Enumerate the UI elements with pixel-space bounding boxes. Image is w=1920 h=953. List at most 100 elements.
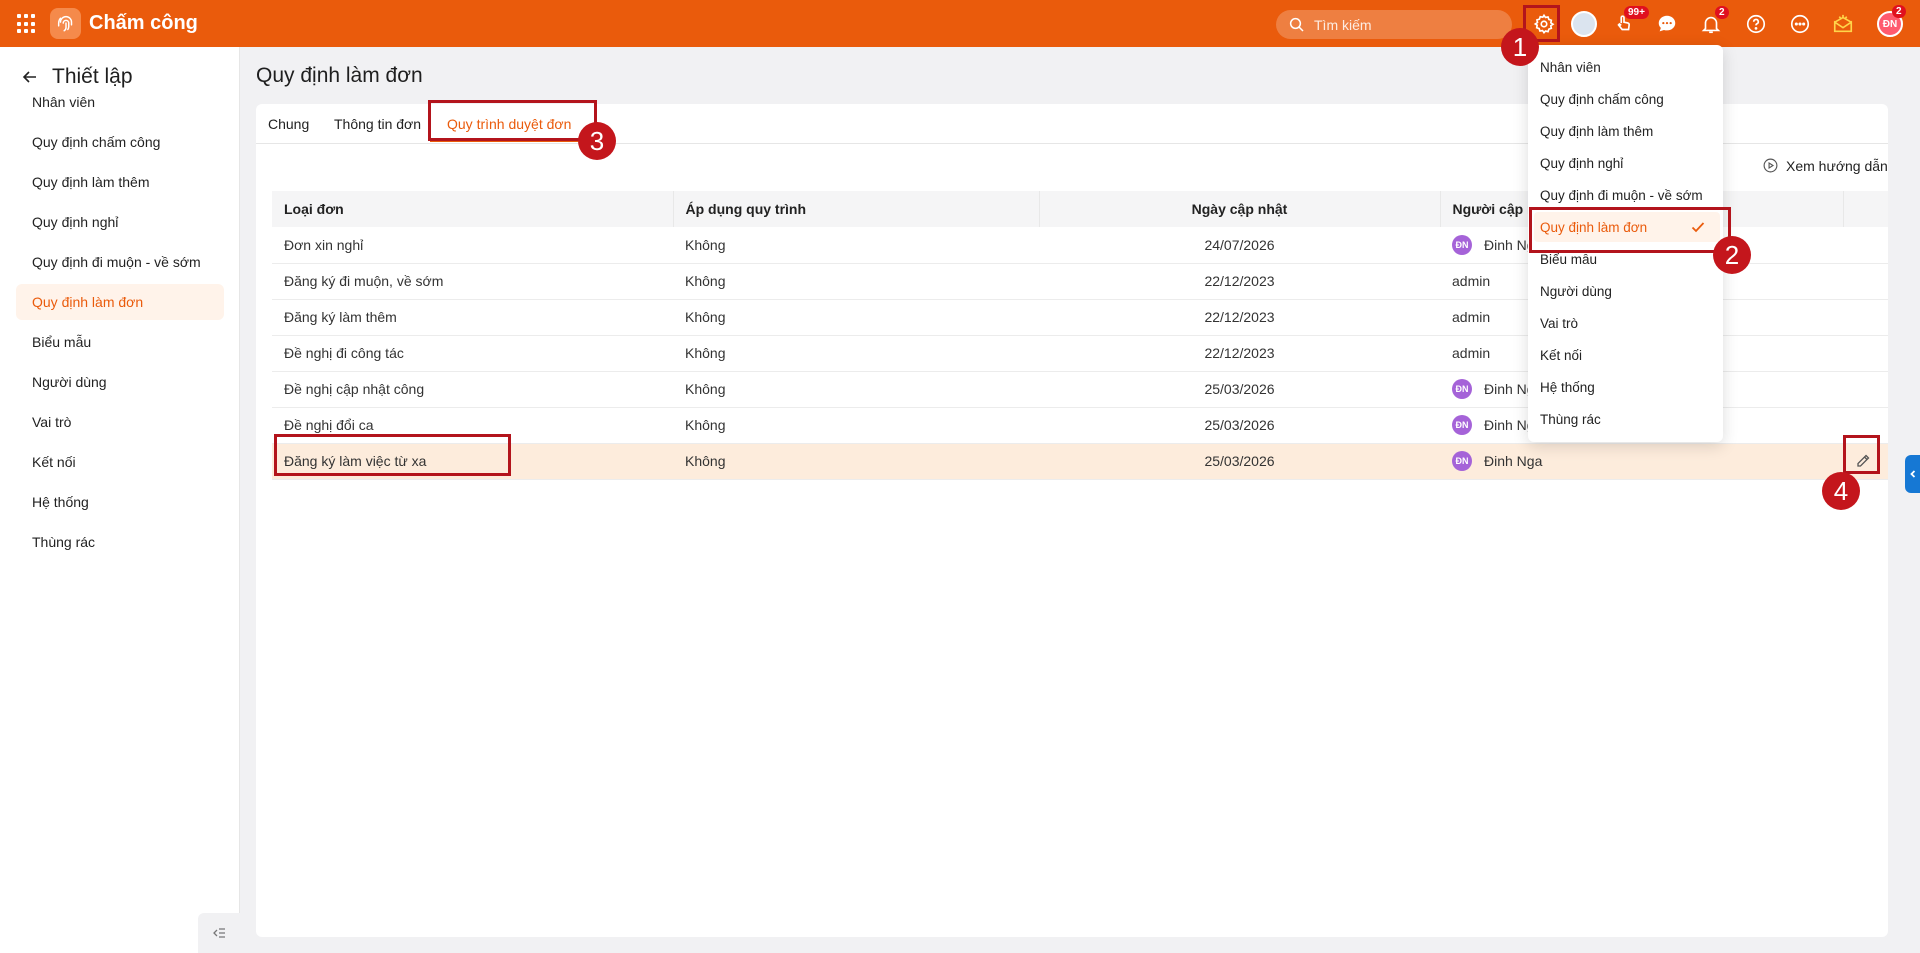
apps-grid-icon[interactable] [17,14,37,34]
chevron-left-icon [1909,470,1915,478]
search-input[interactable] [1314,16,1504,33]
menu-item-ket-noi[interactable]: Kết nối [1540,340,1714,370]
tab-thong-tin-don[interactable]: Thông tin đơn [334,116,421,132]
app-title: Chấm công [89,12,198,34]
tab-quy-trinh-duyet-don[interactable]: Quy trình duyệt đơn [447,116,571,132]
cell-type: Đăng ký làm thêm [272,299,673,336]
col-header-ngay-cap-nhat[interactable]: Ngày cập nhật [1039,191,1441,227]
menu-item-label: Quy định làm đơn [1540,219,1648,235]
chat-button[interactable] [1653,10,1681,38]
cell-actions [1843,299,1888,336]
help-button[interactable] [1742,10,1770,38]
sidebar-item-quy-dinh-lam-them[interactable]: Quy định làm thêm [16,164,224,200]
menu-item-nguoi-dung[interactable]: Người dùng [1540,276,1714,306]
sidebar-item-bieu-mau[interactable]: Biểu mẫu [16,324,224,360]
sidebar-item-thung-rac[interactable]: Thùng rác [16,524,224,560]
menu-item-di-muon-ve-som[interactable]: Quy định đi muộn - về sớm [1540,180,1714,210]
annotation-callout-2: 2 [1713,236,1751,274]
sidebar-item-quy-dinh-cham-cong[interactable]: Quy định chấm công [16,124,224,160]
check-icon [1691,222,1705,233]
menu-item-nhan-vien[interactable]: Nhân viên [1540,52,1714,82]
sidebar-item-he-thong[interactable]: Hệ thống [16,484,224,520]
menu-item-he-thong[interactable]: Hệ thống [1540,372,1714,402]
cell-user: ĐN Đinh Nga [1440,443,1843,480]
notifications-badge: 2 [1715,6,1729,19]
sidebar-item-quy-dinh-nghi[interactable]: Quy định nghỉ [16,204,224,240]
cell-apply: Không [673,407,1039,444]
cell-date: 22/12/2023 [1039,263,1440,300]
sidebar-item-ket-noi[interactable]: Kết nối [16,444,224,480]
cell-type: Đăng ký làm việc từ xa [272,443,673,480]
more-button[interactable] [1786,10,1814,38]
side-panel-toggle[interactable] [1905,455,1920,493]
menu-item-quy-dinh-cham-cong[interactable]: Quy định chấm công [1540,84,1714,114]
search-box[interactable] [1276,10,1512,39]
cell-date: 22/12/2023 [1039,335,1440,372]
pencil-icon [1857,454,1870,467]
cell-actions [1843,371,1888,408]
cell-date: 25/03/2026 [1039,371,1440,408]
cell-actions [1843,263,1888,300]
col-header-loai-don[interactable]: Loại đơn [272,191,674,227]
user-avatar: ĐN [1452,451,1472,471]
gear-icon [1533,13,1555,35]
cell-apply: Không [673,299,1039,336]
view-guide-button[interactable]: Xem hướng dẫn [1762,157,1888,174]
top-bar: Chấm công 99+ 2 ĐN 2 [0,0,1920,47]
annotation-callout-4: 4 [1822,472,1860,510]
sidebar-item-nguoi-dung[interactable]: Người dùng [16,364,224,400]
settings-dropdown-menu: Nhân viên Quy định chấm công Quy định là… [1528,45,1723,442]
user-photo-avatar [1571,11,1597,37]
menu-item-thung-rac[interactable]: Thùng rác [1540,404,1714,434]
col-header-ap-dung[interactable]: Áp dụng quy trình [673,191,1040,227]
user-photo-button[interactable] [1570,10,1598,38]
menu-item-quy-dinh-lam-them[interactable]: Quy định làm thêm [1540,116,1714,146]
settings-sidebar: Thiết lập Nhân viên Quy định chấm công Q… [0,47,240,953]
table-row-selected[interactable]: Đăng ký làm việc từ xa Không 25/03/2026 … [272,443,1888,480]
cell-apply: Không [673,443,1039,480]
cell-actions [1843,335,1888,372]
collapse-icon [213,928,225,938]
chat-bubble-icon [1658,15,1676,32]
active-tab-underline [430,140,578,142]
collapse-sidebar-button[interactable] [198,913,240,953]
edit-button[interactable] [1849,447,1877,475]
notifications-button[interactable]: 2 [1697,6,1729,38]
search-icon [1289,17,1304,32]
menu-item-quy-dinh-nghi[interactable]: Quy định nghỉ [1540,148,1714,178]
sidebar-item-nhan-vien[interactable]: Nhân viên [16,84,224,120]
cell-apply: Không [673,263,1039,300]
account-avatar-button[interactable]: ĐN 2 [1876,5,1906,38]
user-avatar: ĐN [1452,415,1472,435]
sidebar-item-di-muon-ve-som[interactable]: Quy định đi muộn - về sớm [16,244,224,280]
cell-type: Đề nghị đổi ca [272,407,673,444]
help-icon [1746,14,1766,34]
play-circle-icon [1763,158,1778,173]
cell-date: 24/07/2026 [1039,227,1440,264]
cell-type: Đề nghị cập nhật công [272,371,673,408]
gift-mail-icon [1833,14,1853,33]
cell-type: Đăng ký đi muộn, về sớm [272,263,673,300]
view-guide-label: Xem hướng dẫn [1786,157,1888,174]
tab-chung[interactable]: Chung [268,116,309,132]
cell-type: Đơn xin nghỉ [272,227,673,264]
cell-apply: Không [673,227,1039,264]
cell-apply: Không [673,335,1039,372]
cell-actions [1843,227,1888,264]
sidebar-item-quy-dinh-lam-don[interactable]: Quy định làm đơn [16,284,224,320]
more-dots-icon [1790,14,1810,34]
sidebar-item-vai-tro[interactable]: Vai trò [16,404,224,440]
back-arrow-icon[interactable] [22,69,38,85]
annotation-callout-3: 3 [578,122,616,160]
annotation-callout-1: 1 [1501,28,1539,66]
cell-apply: Không [673,371,1039,408]
menu-item-quy-dinh-lam-don[interactable]: Quy định làm đơn [1534,212,1720,242]
menu-item-bieu-mau[interactable]: Biểu mẫu [1540,244,1714,274]
activity-button[interactable]: 99+ [1610,6,1649,38]
col-header-actions [1843,191,1888,227]
activity-badge: 99+ [1624,6,1649,19]
user-avatar: ĐN [1452,234,1472,255]
user-avatar: ĐN [1452,379,1472,399]
menu-item-vai-tro[interactable]: Vai trò [1540,308,1714,338]
gift-button[interactable] [1829,10,1857,38]
